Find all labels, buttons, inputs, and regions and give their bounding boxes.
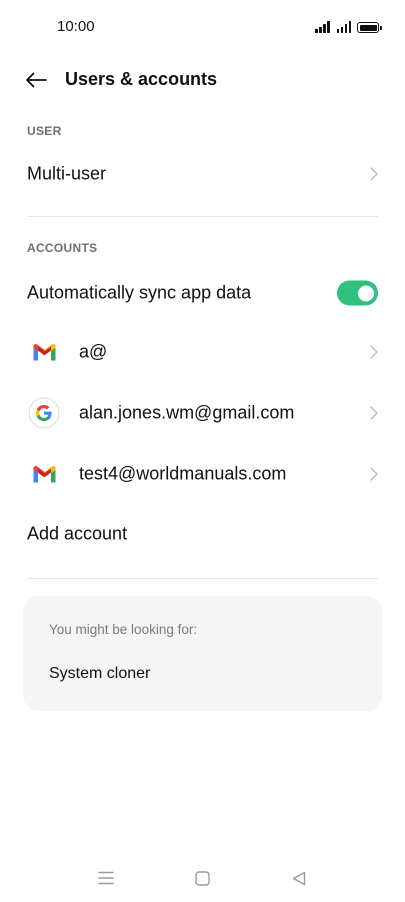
arrow-left-icon — [26, 72, 47, 88]
account-label: a@ — [79, 341, 108, 362]
suggestion-system-cloner[interactable]: System cloner — [49, 665, 150, 683]
multi-user-label: Multi-user — [27, 163, 107, 184]
header: Users & accounts — [0, 56, 405, 104]
status-bar: 10:00 — [0, 0, 405, 54]
gmail-icon — [33, 465, 55, 482]
chevron-right-icon — [370, 406, 378, 420]
section-label-accounts: ACCOUNTS — [27, 241, 98, 255]
add-account-button[interactable]: Add account — [0, 505, 405, 563]
battery-icon — [357, 22, 382, 33]
back-button[interactable] — [18, 62, 54, 98]
suggestion-heading: You might be looking for: — [49, 622, 198, 637]
signal-icon — [315, 21, 330, 33]
gmail-icon — [33, 343, 55, 360]
account-label: test4@worldmanuals.com — [79, 463, 287, 484]
back-nav-button[interactable] — [287, 866, 311, 890]
add-account-label: Add account — [27, 523, 128, 544]
home-button[interactable] — [190, 866, 214, 890]
divider — [27, 578, 378, 579]
google-icon — [28, 397, 60, 429]
navigation-bar — [0, 852, 405, 902]
back-triangle-icon — [292, 871, 306, 885]
auto-sync-row[interactable]: Automatically sync app data — [0, 264, 405, 322]
multi-user-item[interactable]: Multi-user — [0, 145, 405, 203]
chevron-right-icon — [370, 345, 378, 359]
toggle-knob — [358, 285, 374, 301]
home-square-icon — [194, 870, 210, 886]
suggestion-card: You might be looking for: System cloner — [23, 596, 382, 711]
account-item[interactable]: a@ — [0, 323, 405, 381]
account-item[interactable]: alan.jones.wm@gmail.com — [0, 384, 405, 442]
chevron-right-icon — [370, 167, 378, 181]
divider — [27, 216, 378, 217]
signal-icon — [336, 21, 351, 33]
account-item[interactable]: test4@worldmanuals.com — [0, 445, 405, 503]
section-label-user: USER — [27, 124, 62, 138]
menu-icon — [98, 871, 114, 885]
recent-apps-button[interactable] — [94, 866, 118, 890]
status-icons — [315, 19, 382, 33]
status-time: 10:00 — [57, 18, 95, 35]
auto-sync-label: Automatically sync app data — [27, 282, 252, 303]
auto-sync-toggle[interactable] — [337, 280, 378, 306]
page-title: Users & accounts — [65, 69, 218, 89]
chevron-right-icon — [370, 467, 378, 481]
account-label: alan.jones.wm@gmail.com — [79, 402, 295, 423]
